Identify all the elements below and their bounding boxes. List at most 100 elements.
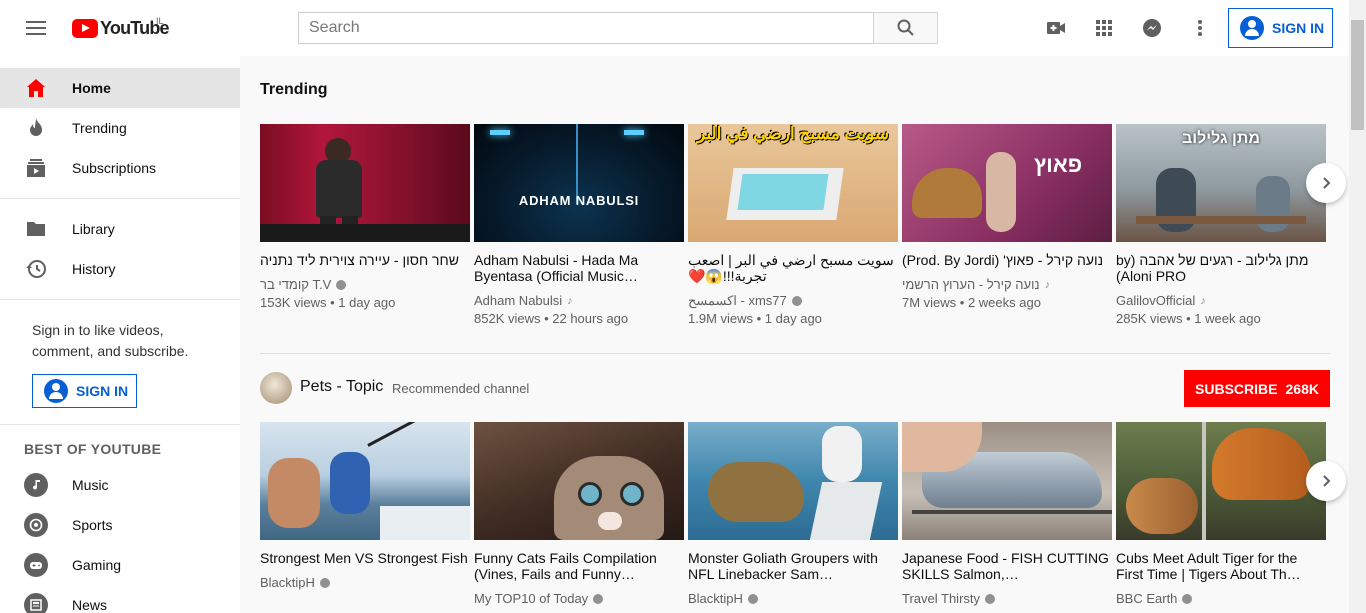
subscribe-button[interactable]: SUBSCRIBE 268K [1184, 370, 1330, 407]
video-thumbnail[interactable]: سويت مسبح ارضي في البر [688, 124, 898, 242]
best-of-youtube-heading: BEST OF YOUTUBE [24, 441, 162, 457]
video-channel[interactable]: Adham Nabulsi ♪ [474, 292, 684, 310]
thumbnail-caption: פאוץ [1034, 152, 1083, 177]
search-input[interactable] [298, 12, 874, 44]
guide-menu-button[interactable] [20, 14, 52, 42]
trending-section-title: Trending [260, 81, 328, 98]
sidebar-item-music[interactable]: Music [0, 465, 240, 505]
video-title[interactable]: שחר חסון - עיירה צוירית ליד נתניה [260, 252, 470, 268]
history-icon [26, 260, 46, 278]
video-title[interactable]: Strongest Men VS Strongest Fish [260, 550, 470, 566]
shelf-next-button[interactable] [1306, 163, 1346, 203]
video-title[interactable]: Funny Cats Fails Compilation (Vines, Fai… [474, 550, 684, 582]
apps-grid-icon[interactable] [1092, 16, 1116, 40]
video-stats: 285K views • 1 week ago [1116, 311, 1261, 326]
video-channel[interactable]: My TOP10 of Today [474, 590, 684, 608]
news-icon [24, 593, 48, 613]
account-icon [1240, 16, 1264, 40]
sidebar-sign-in-button[interactable]: SIGN IN [32, 374, 137, 408]
music-note-icon: ♪ [1044, 279, 1051, 291]
shelf-next-button[interactable] [1306, 461, 1346, 501]
sidebar-item-gaming[interactable]: Gaming [0, 545, 240, 585]
sidebar-item-trending[interactable]: Trending [0, 108, 240, 148]
video-title[interactable]: Monster Goliath Groupers with NFL Lineba… [688, 550, 898, 582]
video-card[interactable]: Japanese Food - FISH CUTTING SKILLS Salm… [902, 422, 1112, 608]
video-title[interactable]: נועה קירל - פאוץ' (Prod. By Jordi) [902, 252, 1112, 268]
chevron-right-icon [1323, 177, 1331, 189]
video-thumbnail[interactable] [474, 422, 684, 540]
search-button[interactable] [873, 12, 938, 44]
channel-name: Travel Thirsty [902, 591, 981, 606]
video-channel[interactable]: BBC Earth [1116, 590, 1326, 608]
video-thumbnail[interactable]: ADHAM NABULSI [474, 124, 684, 242]
video-card[interactable]: שחר חסון - עיירה צוירית ליד נתניה קומדי … [260, 124, 470, 312]
video-thumbnail[interactable] [1116, 422, 1326, 540]
video-card[interactable]: Funny Cats Fails Compilation (Vines, Fai… [474, 422, 684, 608]
video-title[interactable]: מתן גלילוב - רגעים של אהבה (by Aloni PRO… [1116, 252, 1326, 284]
video-card[interactable]: Cubs Meet Adult Tiger for the First Time… [1116, 422, 1326, 608]
video-stats: 1.9M views • 1 day ago [688, 311, 822, 326]
video-title[interactable]: Adham Nabulsi - Hada Ma Byentasa (Offici… [474, 252, 684, 284]
chevron-right-icon [1323, 475, 1331, 487]
video-channel[interactable]: BlacktipH [688, 590, 898, 608]
sidebar-item-home[interactable]: Home [0, 68, 240, 108]
sidebar-item-news[interactable]: News [0, 585, 240, 613]
channel-name-heading[interactable]: Pets - Topic [300, 378, 383, 396]
video-title[interactable]: سويت مسبح ارضي في البر | اصعب تجربة!!!😱❤… [688, 252, 898, 284]
video-thumbnail[interactable] [902, 422, 1112, 540]
video-thumbnail[interactable]: מתן גלילוב [1116, 124, 1326, 242]
video-card[interactable]: Monster Goliath Groupers with NFL Lineba… [688, 422, 898, 608]
sidebar-item-label: Home [72, 80, 111, 96]
sidebar-item-label: Trending [72, 120, 127, 136]
main-content: Trending שחר חסון - עיירה צוירית ליד נתנ… [260, 56, 1346, 613]
video-channel[interactable]: קומדי בר T.V [260, 276, 470, 294]
sidebar-divider [0, 424, 240, 425]
video-card[interactable]: Strongest Men VS Strongest Fish Blacktip… [260, 422, 470, 592]
video-card[interactable]: سويت مسبح ارضي في البر سويت مسبح ارضي في… [688, 124, 898, 328]
video-card[interactable]: מתן גלילוב מתן גלילוב - רגעים של אהבה (b… [1116, 124, 1326, 328]
youtube-logo[interactable]: YouTube IL [72, 16, 170, 39]
sidebar-item-sports[interactable]: Sports [0, 505, 240, 545]
channel-name: BlacktipH [260, 575, 315, 590]
verified-icon [791, 296, 802, 306]
video-thumbnail[interactable]: פאוץ [902, 124, 1112, 242]
video-card[interactable]: ADHAM NABULSI Adham Nabulsi - Hada Ma By… [474, 124, 684, 328]
video-stats: 852K views • 22 hours ago [474, 311, 629, 326]
video-thumbnail[interactable] [688, 422, 898, 540]
video-channel[interactable]: GalilovOfficial ♪ [1116, 292, 1326, 310]
channel-name: Adham Nabulsi [474, 293, 563, 308]
channel-name: BBC Earth [1116, 591, 1178, 606]
sidebar-item-history[interactable]: History [0, 249, 240, 289]
channel-subtitle: Recommended channel [392, 381, 530, 396]
music-note-icon: ♪ [567, 295, 573, 307]
country-code: IL [156, 16, 164, 26]
folder-icon [27, 222, 45, 236]
channel-avatar[interactable] [260, 372, 292, 404]
channel-name: קומדי בר T.V [260, 277, 332, 292]
video-thumbnail[interactable] [260, 422, 470, 540]
music-note-icon: ♪ [1200, 295, 1206, 307]
sidebar-item-subscriptions[interactable]: Subscriptions [0, 148, 240, 188]
flame-icon [30, 118, 42, 136]
scrollbar-thumb[interactable] [1351, 20, 1364, 130]
sidebar-item-library[interactable]: Library [0, 209, 240, 249]
video-channel[interactable]: BlacktipH [260, 574, 470, 592]
create-video-icon[interactable] [1044, 16, 1068, 40]
video-channel[interactable]: اكسمسح - xms77 [688, 292, 898, 310]
video-title[interactable]: Cubs Meet Adult Tiger for the First Time… [1116, 550, 1326, 582]
more-options-icon[interactable] [1188, 16, 1212, 40]
video-title[interactable]: Japanese Food - FISH CUTTING SKILLS Salm… [902, 550, 1112, 582]
channel-name: GalilovOfficial [1116, 293, 1196, 308]
verified-icon [593, 594, 604, 604]
messages-icon[interactable] [1140, 16, 1164, 40]
search-icon [897, 19, 914, 36]
sidebar-item-label: Sports [72, 517, 113, 533]
verified-icon [747, 594, 758, 604]
thumbnail-caption: ADHAM NABULSI [518, 193, 640, 208]
video-channel[interactable]: Travel Thirsty [902, 590, 1112, 608]
video-channel[interactable]: נועה קירל - הערוץ הרשמי ♪ [902, 276, 1112, 294]
sign-in-button[interactable]: SIGN IN [1228, 8, 1333, 48]
subscriptions-icon [27, 159, 45, 177]
video-card[interactable]: פאוץ נועה קירל - פאוץ' (Prod. By Jordi) … [902, 124, 1112, 312]
video-thumbnail[interactable] [260, 124, 470, 242]
